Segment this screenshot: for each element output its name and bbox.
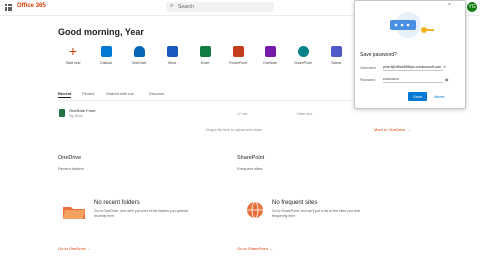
app-label: Outlook	[99, 61, 113, 65]
app-label: Teams	[330, 61, 342, 65]
chevron-down-icon[interactable]: ▾	[444, 65, 446, 69]
sharepoint-subtitle: Frequent sites	[237, 166, 263, 171]
app-launcher-icon[interactable]	[5, 4, 12, 11]
username-field[interactable]: year.f@office365tips.onmicrosoft.com	[383, 65, 443, 71]
go-to-onedrive-link[interactable]: Go to OneDrive →	[58, 246, 91, 251]
never-button[interactable]: Never	[434, 94, 445, 99]
avatar[interactable]: YG	[467, 2, 477, 12]
app-label: OneNote	[262, 61, 277, 65]
app-powerpoint[interactable]: PowerPoint	[224, 46, 252, 65]
sharepoint-empty-desc: Go to SharePoint, and we'll put a list o…	[272, 209, 360, 218]
onedrive-empty-title: No recent folders	[94, 200, 140, 206]
excel-file-icon	[59, 109, 65, 117]
app-label: Excel	[200, 61, 210, 65]
app-start-new[interactable]: + Start new	[59, 43, 87, 65]
app-label: Start new	[65, 61, 81, 65]
file-location: My Drive	[69, 114, 83, 118]
tab-recent[interactable]: Recent	[58, 91, 72, 98]
file-name[interactable]: OneNote Form	[69, 108, 95, 113]
search-icon: ⌕	[170, 3, 174, 9]
app-outlook[interactable]: Outlook	[92, 46, 120, 65]
onedrive-icon	[133, 46, 145, 57]
password-field[interactable]: •••••••••••••	[383, 77, 443, 83]
folder-illustration-icon	[63, 207, 85, 219]
app-teams[interactable]: Teams	[322, 46, 350, 65]
onedrive-empty-desc: Go to OneDrive, and we'll put a list of …	[94, 209, 189, 218]
save-password-question: Save password?	[360, 52, 397, 58]
more-in-onedrive-link[interactable]: More in OneDrive →	[374, 127, 410, 132]
sharepoint-empty-title: No frequent sites	[272, 200, 318, 206]
teams-icon	[330, 46, 342, 57]
search-box[interactable]: ⌕ Search	[166, 2, 274, 12]
tab-pinned[interactable]: Pinned	[82, 91, 94, 96]
outlook-icon	[100, 46, 112, 57]
username-label: Username	[360, 66, 377, 70]
app-label: OneDrive	[131, 61, 147, 65]
onedrive-subtitle: Recent folders	[58, 166, 84, 171]
onedrive-title: OneDrive	[58, 155, 82, 161]
plus-icon: +	[68, 43, 78, 59]
close-icon[interactable]: ×	[448, 2, 451, 8]
upload-hint: Drag a file here to upload and share	[206, 128, 262, 132]
onenote-icon	[264, 46, 276, 57]
app-label: Word	[167, 61, 177, 65]
greeting-title: Good morning, Year	[58, 27, 144, 37]
app-excel[interactable]: Excel	[191, 46, 219, 65]
password-label: Password	[360, 78, 376, 82]
tab-shared[interactable]: Shared with me	[106, 91, 134, 96]
globe-illustration-icon	[247, 201, 263, 219]
save-button[interactable]: Save	[408, 92, 427, 101]
app-sharepoint[interactable]: SharePoint	[289, 46, 317, 65]
file-owner: Ownr-suo	[297, 112, 313, 116]
app-label: SharePoint	[294, 61, 312, 65]
search-placeholder: Search	[178, 4, 194, 10]
file-date: 17 min	[237, 112, 248, 116]
excel-icon	[199, 46, 211, 57]
powerpoint-icon	[232, 46, 244, 57]
password-key-illustration-icon	[390, 12, 434, 38]
app-word[interactable]: Word	[158, 46, 186, 65]
eye-icon[interactable]: ◉	[445, 77, 449, 82]
sharepoint-icon	[297, 46, 309, 57]
app-label: PowerPoint	[229, 61, 247, 65]
app-onenote[interactable]: OneNote	[256, 46, 284, 65]
word-icon	[166, 46, 178, 57]
brand-label[interactable]: Office 365	[17, 3, 46, 9]
tab-discover[interactable]: Discover	[149, 91, 165, 96]
sharepoint-title: SharePoint	[237, 155, 265, 161]
app-onedrive[interactable]: OneDrive	[125, 46, 153, 65]
go-to-sharepoint-link[interactable]: Go to SharePoint →	[237, 246, 273, 251]
